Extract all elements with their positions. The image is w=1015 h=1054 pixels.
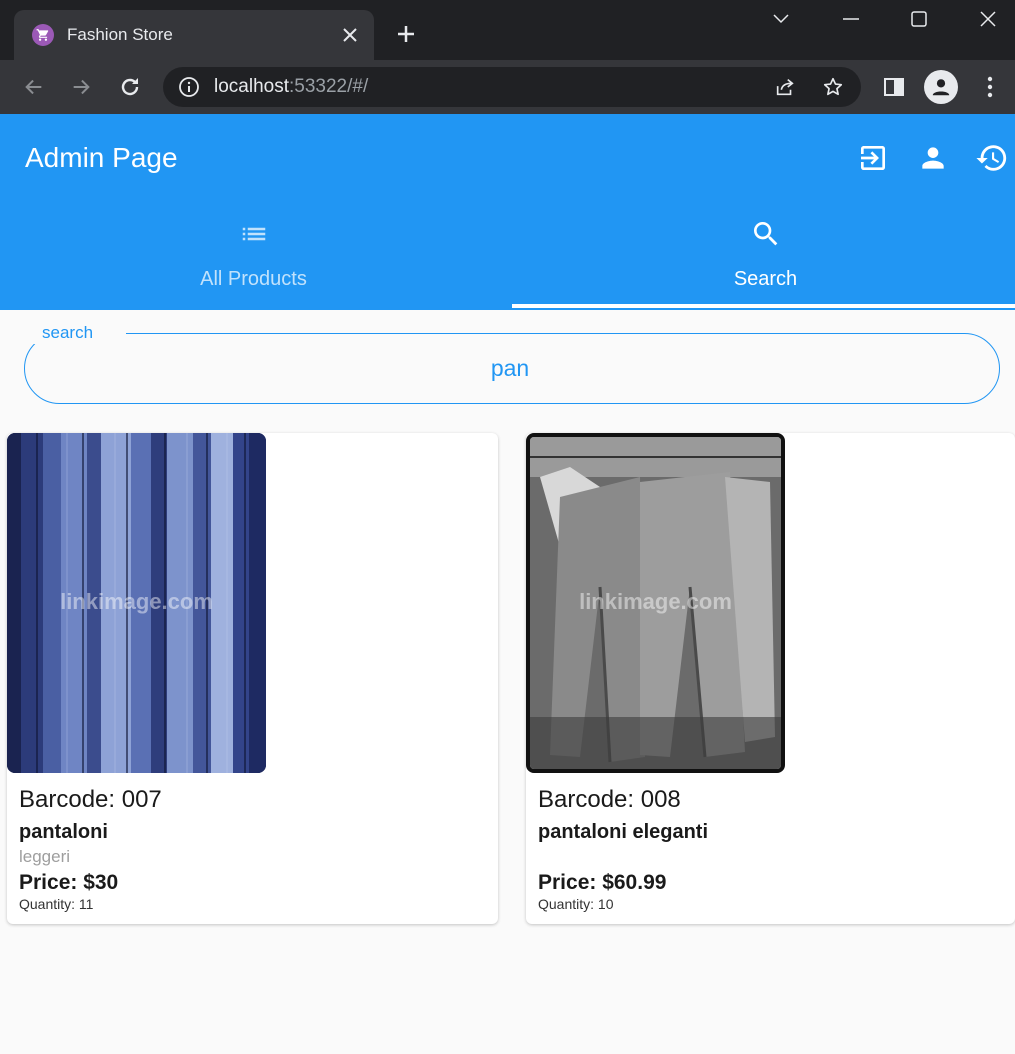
tab-search-label: Search [733,268,798,290]
product-quantity: Quantity: 11 [19,896,94,912]
image-watermark: linkimage.com [579,589,732,614]
tab-indicator [512,304,1015,308]
maximize-icon[interactable] [906,6,932,32]
browser-menu-icon[interactable] [976,73,1004,101]
search-input[interactable] [60,350,960,386]
address-bar[interactable]: localhost:53322/#/ [163,67,861,107]
tab-all-products-label: All Products [200,268,307,290]
search-icon [750,218,782,250]
tab-search[interactable]: Search [512,202,1015,310]
url-host: localhost [214,76,289,97]
bookmark-star-icon[interactable] [821,75,845,99]
close-tab-icon[interactable] [338,23,362,47]
person-icon[interactable] [916,141,950,175]
product-name: pantaloni eleganti [538,821,709,843]
reload-icon[interactable] [116,73,144,101]
browser-toolbar: localhost:53322/#/ [0,60,1015,114]
profile-avatar-icon[interactable] [924,70,958,104]
tab-bar: All Products Search [0,202,1015,310]
new-tab-icon[interactable] [393,21,419,47]
history-icon[interactable] [975,141,1009,175]
minimize-icon[interactable] [838,6,864,32]
side-panel-icon[interactable] [880,73,908,101]
close-window-icon[interactable] [975,6,1001,32]
product-description: leggeri [19,847,71,866]
tab-search-icon[interactable] [768,6,794,32]
browser-tab-title: Fashion Store [67,25,173,44]
app-bar: Admin Page All Products Search [0,114,1015,310]
share-icon[interactable] [773,75,797,99]
tab-all-products[interactable]: All Products [0,202,507,310]
browser-tab[interactable]: Fashion Store [14,10,374,60]
image-watermark: linkimage.com [60,589,213,614]
url-text: localhost:53322/#/ [214,76,368,98]
cart-icon [32,24,54,46]
search-field-label: search [30,322,106,344]
browser-tab-strip: Fashion Store [0,0,1015,60]
site-info-icon[interactable] [178,76,200,98]
product-image-jeans: linkimage.com [7,433,266,773]
list-icon [238,218,270,250]
product-quantity: Quantity: 10 [538,896,614,912]
logout-icon[interactable] [856,141,890,175]
product-barcode: Barcode: 008 [538,786,681,813]
product-price: Price: $60.99 [538,871,667,894]
product-price: Price: $30 [19,871,119,894]
product-card[interactable]: linkimage.com Barcode: 008 pantaloni ele… [526,433,1015,924]
page-title: Admin Page [25,142,178,173]
url-path: :53322/#/ [289,76,369,97]
back-icon[interactable] [20,73,48,101]
product-image-trousers: linkimage.com [526,433,785,773]
forward-icon[interactable] [67,73,95,101]
product-card[interactable]: linkimage.com Barcode: 007 pantaloni leg… [7,433,498,924]
product-barcode: Barcode: 007 [19,786,162,813]
product-name: pantaloni [19,821,108,843]
